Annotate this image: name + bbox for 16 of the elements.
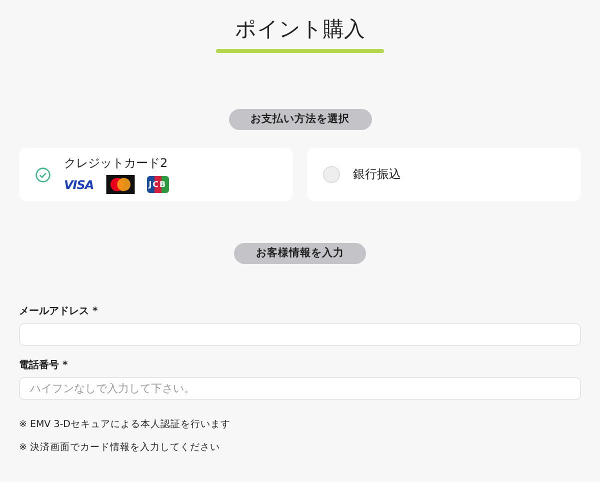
mastercard-logo-icon <box>106 175 135 194</box>
radio-button[interactable] <box>323 166 340 183</box>
page-title: ポイント購入 <box>235 16 365 43</box>
check-circle-icon[interactable] <box>35 166 51 182</box>
input-field[interactable] <box>19 323 581 346</box>
note-text: ※ EMV 3-Dセキュアによる本人認証を行います <box>19 418 232 432</box>
visa-logo: VISA <box>64 178 94 192</box>
note-text: ※ 決済画面でカード情報を入力してください <box>19 441 221 455</box>
section-heading: お支払い方法を選択 <box>228 109 372 130</box>
field-label: 電話番号 * <box>19 358 69 372</box>
field-label: メールアドレス * <box>19 305 99 318</box>
payment-option[interactable]: 銀行振込 <box>307 148 581 201</box>
payment-label: 銀行振込 <box>353 166 401 183</box>
payment-label: クレジットカード2 <box>64 155 169 172</box>
section-heading: お客様情報を入力 <box>234 243 366 264</box>
input-field[interactable]: ハイフンなしで入力して下さい。 <box>19 377 581 400</box>
